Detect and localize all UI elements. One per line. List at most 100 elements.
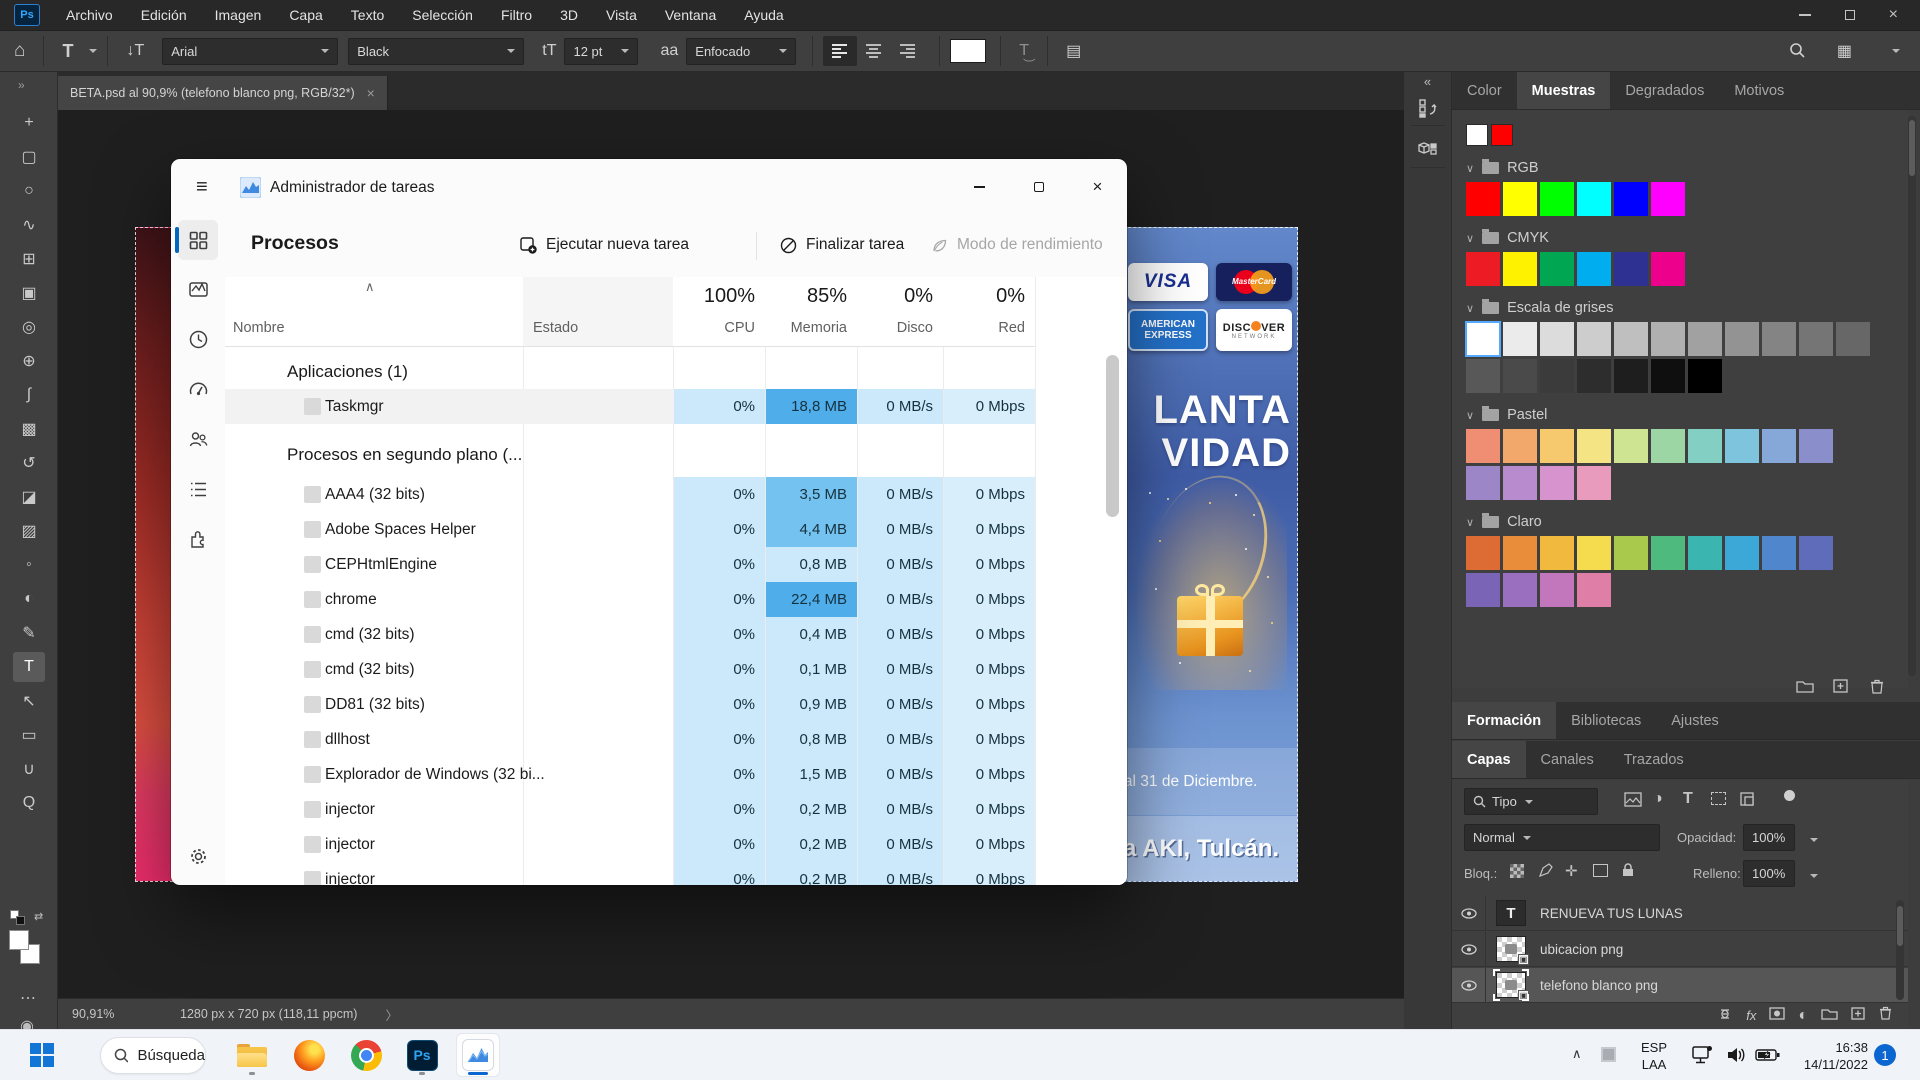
document-tab[interactable]: BETA.psd al 90,9% (telefono blanco png, … — [58, 76, 388, 110]
adjustment-layer-icon[interactable]: ◐ — [1798, 1007, 1808, 1025]
filter-adjustment-layers-icon[interactable]: ◑ — [1653, 790, 1663, 808]
color-swatch[interactable] — [1577, 322, 1611, 356]
menu-imagen[interactable]: Imagen — [201, 0, 276, 30]
color-swatch[interactable] — [1614, 322, 1648, 356]
close-tab-icon[interactable]: × — [367, 85, 375, 101]
color-swatch[interactable] — [1540, 182, 1574, 216]
filter-image-layers-icon[interactable] — [1624, 792, 1642, 813]
color-swatch[interactable] — [1799, 536, 1833, 570]
color-swatch[interactable] — [1577, 359, 1611, 393]
tm-titlebar[interactable]: ≡ Administrador de tareas × — [171, 159, 1127, 216]
close-icon[interactable]: × — [1068, 165, 1127, 209]
brush-tool[interactable]: ∫ — [13, 380, 45, 410]
minimize-icon[interactable] — [1799, 14, 1811, 16]
process-group-header[interactable]: Aplicaciones (1) — [225, 354, 1127, 389]
color-swatch[interactable] — [1503, 536, 1537, 570]
color-swatch[interactable] — [1540, 466, 1574, 500]
color-swatch[interactable] — [1466, 466, 1500, 500]
swatch-group-pastel[interactable]: ∨Pastel — [1466, 407, 1908, 423]
sidebar-item-details[interactable] — [188, 479, 209, 500]
tab-capas[interactable]: Capas — [1452, 741, 1526, 778]
tray-app-icon[interactable] — [1601, 1047, 1616, 1062]
taskbar-app-task-manager[interactable] — [457, 1034, 499, 1076]
new-layer-icon[interactable] — [1851, 1007, 1866, 1025]
process-row-cmd-32-bits-[interactable]: cmd (32 bits)0%0,4 MB0 MB/s0 Mbps — [225, 617, 1127, 652]
swatch-group-escala-de-grises[interactable]: ∨Escala de grises — [1466, 300, 1908, 316]
new-group-icon[interactable] — [1821, 1007, 1838, 1025]
color-swatch[interactable] — [1688, 322, 1722, 356]
color-swatch[interactable] — [1762, 429, 1796, 463]
process-row-chrome[interactable]: chrome0%22,4 MB0 MB/s0 Mbps — [225, 582, 1127, 617]
end-task-button[interactable]: Finalizar tarea — [780, 236, 904, 254]
filter-type-layers-icon[interactable]: T — [1683, 790, 1693, 808]
history-brush-tool[interactable]: ↺ — [13, 448, 45, 478]
color-swatch[interactable] — [1614, 536, 1648, 570]
menu-3d[interactable]: 3D — [546, 0, 592, 30]
color-swatch[interactable] — [1688, 429, 1722, 463]
blend-mode-select[interactable]: Normal — [1464, 824, 1660, 851]
color-swatch[interactable] — [1651, 322, 1685, 356]
align-right-button[interactable] — [891, 36, 925, 66]
color-swatch[interactable] — [1799, 429, 1833, 463]
hamburger-menu-icon[interactable]: ≡ — [196, 176, 208, 199]
color-swatch[interactable] — [1503, 573, 1537, 607]
tab-degradados[interactable]: Degradados — [1610, 72, 1719, 109]
tab-muestras[interactable]: Muestras — [1517, 72, 1611, 109]
color-swatch[interactable] — [1577, 429, 1611, 463]
color-swatch[interactable] — [1466, 252, 1500, 286]
tab-formaci-n[interactable]: Formación — [1452, 702, 1556, 739]
swatch-group-rgb[interactable]: ∨RGB — [1466, 160, 1908, 176]
color-swatch[interactable] — [1651, 536, 1685, 570]
text-orientation-icon[interactable]: ↓T — [126, 42, 144, 60]
color-swatch[interactable] — [1503, 182, 1537, 216]
color-swatch[interactable] — [1651, 429, 1685, 463]
menu-selecci-n[interactable]: Selección — [398, 0, 487, 30]
layer-mask-icon[interactable] — [1769, 1007, 1785, 1025]
type-tool-preset-icon[interactable]: T — [62, 41, 73, 62]
filter-toggle-icon[interactable] — [1784, 790, 1795, 801]
layer-filter-select[interactable]: Tipo — [1464, 788, 1598, 815]
battery-icon[interactable] — [1755, 1048, 1781, 1067]
delete-layer-icon[interactable] — [1879, 1006, 1892, 1025]
dodge-tool[interactable]: ◐ — [13, 584, 45, 614]
sidebar-item-startup-apps[interactable] — [188, 379, 209, 400]
document-image-right-fragment[interactable]: VISA MasterCard AMERICAN EXPRESS DISCVER… — [1108, 227, 1298, 882]
notification-badge[interactable]: 1 — [1874, 1044, 1896, 1066]
text-color-swatch[interactable] — [950, 39, 986, 63]
process-group-header[interactable]: Procesos en segundo plano (... — [225, 437, 1127, 472]
clone-stamp-tool[interactable]: ▩ — [13, 414, 45, 444]
swatch-group-claro[interactable]: ∨Claro — [1466, 514, 1908, 530]
column-memory[interactable]: Memoria — [791, 320, 847, 336]
color-swatch[interactable] — [1577, 536, 1611, 570]
warp-text-icon[interactable]: T͜ — [1019, 42, 1029, 60]
volume-icon[interactable] — [1726, 1046, 1746, 1069]
opacity-input[interactable]: 100% — [1743, 824, 1795, 851]
color-swatch[interactable] — [1540, 429, 1574, 463]
fill-input[interactable]: 100% — [1743, 860, 1795, 887]
lock-artboard-icon[interactable] — [1593, 864, 1608, 877]
color-swatch[interactable] — [1540, 359, 1574, 393]
layer-row-renueva-tus-lunas[interactable]: TRENUEVA TUS LUNAS — [1452, 896, 1908, 931]
color-swatch[interactable] — [1651, 359, 1685, 393]
more-options-icon[interactable]: ⋯ — [20, 988, 36, 1008]
taskbar-app-photoshop[interactable]: Ps — [401, 1034, 443, 1076]
swap-colors-icon[interactable]: ⇄ — [34, 910, 43, 923]
color-swatch[interactable] — [1651, 252, 1685, 286]
color-swatch[interactable] — [1577, 466, 1611, 500]
search-icon[interactable] — [1789, 42, 1805, 61]
color-swatch[interactable] — [1688, 536, 1722, 570]
align-left-button[interactable] — [823, 36, 857, 66]
move-tool[interactable]: + — [13, 108, 45, 138]
toggle-panels-icon[interactable]: ▤ — [1066, 41, 1081, 61]
color-swatch[interactable] — [1762, 322, 1796, 356]
history-panel-icon[interactable] — [1411, 90, 1445, 126]
menu-edici-n[interactable]: Edición — [127, 0, 201, 30]
color-swatch[interactable] — [1688, 359, 1722, 393]
process-row-injector[interactable]: injector0%0,2 MB0 MB/s0 Mbps — [225, 827, 1127, 862]
color-swatch[interactable] — [1466, 322, 1500, 356]
fill-scrubber-icon[interactable] — [1810, 874, 1818, 882]
current-color-swatch[interactable] — [1491, 124, 1513, 146]
properties-panel-icon[interactable] — [1411, 132, 1445, 168]
color-swatch[interactable] — [1614, 359, 1648, 393]
sidebar-item-settings[interactable] — [188, 846, 209, 867]
